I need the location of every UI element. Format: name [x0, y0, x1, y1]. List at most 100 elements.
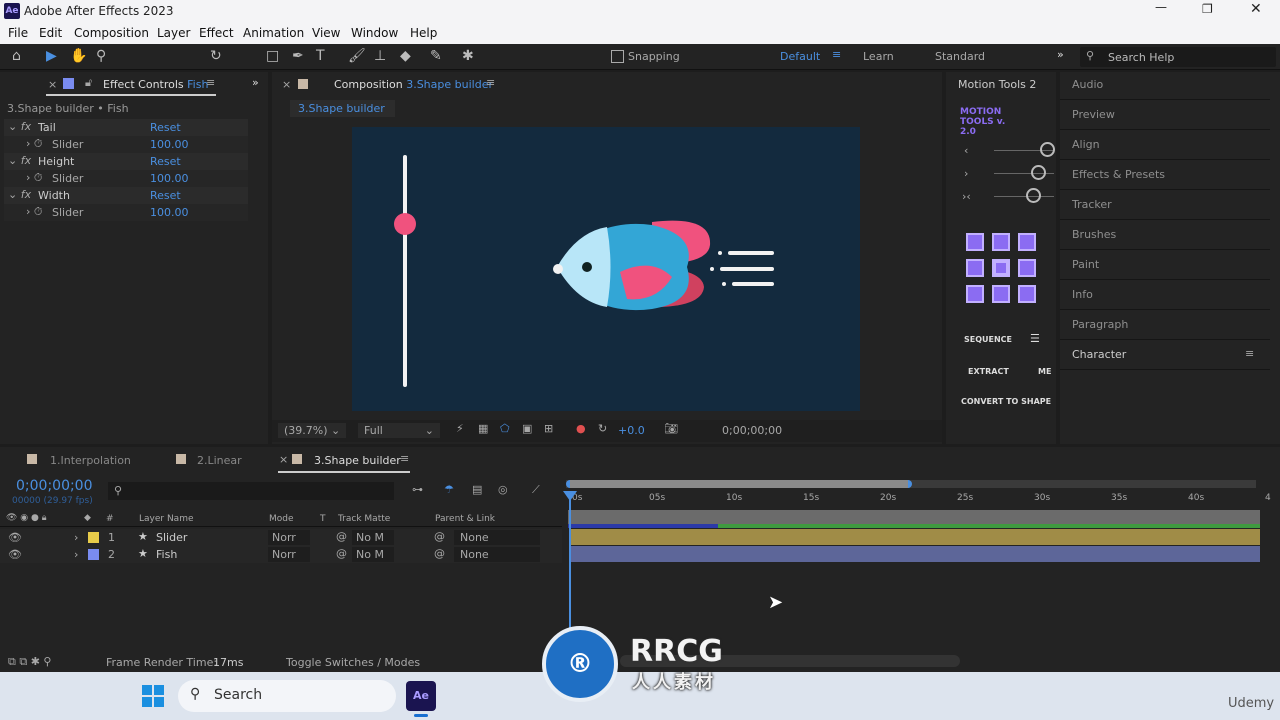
layer-name[interactable]: Slider [156, 531, 187, 544]
comp-flowchart-icon[interactable]: ⊶ [412, 483, 423, 496]
panel-paint[interactable]: Paint [1060, 250, 1270, 280]
panel-character[interactable]: Character [1060, 340, 1270, 370]
menu-view[interactable]: View [312, 26, 340, 40]
pickwhip-icon[interactable]: @ [336, 530, 347, 543]
minimize-button[interactable]: — [1155, 0, 1167, 14]
panel-align[interactable]: Align [1060, 130, 1270, 160]
shy-layers-icon[interactable]: ☂ [444, 483, 454, 496]
track-matte-dropdown[interactable]: No M [352, 530, 394, 545]
lock-icon[interactable]: 🔓︎ [85, 76, 92, 90]
merge-button[interactable]: ME [1038, 367, 1051, 376]
effect-row-height[interactable]: ⌄ fx Height Reset [4, 153, 248, 170]
label-color[interactable] [88, 549, 99, 560]
time-navigator[interactable] [566, 480, 1256, 488]
rotate-tool-icon[interactable]: ↻ [210, 48, 222, 64]
selection-tool-icon[interactable]: ▶ [46, 48, 57, 64]
panel-brushes[interactable]: Brushes [1060, 220, 1270, 250]
parent-dropdown[interactable]: None [454, 547, 540, 562]
menu-effect[interactable]: Effect [199, 26, 234, 40]
layer-name[interactable]: Fish [156, 548, 177, 561]
parent-pickwhip-icon[interactable]: @ [434, 547, 445, 560]
reset-link[interactable]: Reset [150, 189, 181, 202]
menu-help[interactable]: Help [410, 26, 437, 40]
timeline-tab-shape-builder[interactable]: 3.Shape builder [314, 454, 401, 467]
anchor-button[interactable] [992, 285, 1010, 303]
expand-icon[interactable]: › [74, 531, 78, 544]
menu-file[interactable]: File [8, 26, 28, 40]
anchor-button[interactable] [1018, 285, 1036, 303]
anchor-button[interactable] [992, 259, 1010, 277]
panel-audio[interactable]: Audio [1060, 70, 1270, 100]
anchor-button[interactable] [966, 285, 984, 303]
timeline-tab-linear[interactable]: 2.Linear [197, 454, 242, 467]
current-time[interactable]: 0;00;00;00 [16, 478, 93, 494]
effect-row-tail[interactable]: ⌄ fx Tail Reset [4, 119, 248, 136]
convert-to-shape-button[interactable]: CONVERT TO SHAPE [961, 397, 1051, 406]
channels-icon[interactable]: ● [576, 422, 586, 435]
stamp-tool-icon[interactable]: ⊥ [374, 48, 386, 64]
reset-link[interactable]: Reset [150, 121, 181, 134]
workspace-default[interactable]: Default [780, 50, 820, 63]
effect-row-width[interactable]: ⌄ fx Width Reset [4, 187, 248, 204]
windows-start-icon[interactable] [142, 685, 164, 707]
timeline-tab-interpolation[interactable]: 1.Interpolation [50, 454, 131, 467]
roto-tool-icon[interactable]: ✎ [430, 48, 442, 64]
grid-guides-icon[interactable]: ⊞ [544, 422, 553, 435]
sequence-icon[interactable]: ☰ [1030, 332, 1040, 345]
slider-value[interactable]: 100.00 [150, 172, 189, 185]
after-effects-taskbar-icon[interactable]: Ae [406, 681, 436, 711]
playhead-handle[interactable] [563, 491, 577, 501]
menu-layer[interactable]: Layer [157, 26, 190, 40]
magnification-dropdown[interactable]: (39.7%) ⌄ [278, 423, 347, 438]
close-tab-icon[interactable]: × [48, 78, 57, 91]
time-ruler[interactable]: 0s 05s 10s 15s 20s 25s 30s 35s 40s 4 [566, 491, 1271, 509]
slider-value[interactable]: 100.00 [150, 206, 189, 219]
home-icon[interactable]: ⌂ [12, 48, 21, 64]
slider-handle[interactable] [1026, 188, 1041, 203]
snapping-checkbox[interactable] [611, 50, 624, 63]
menu-edit[interactable]: Edit [39, 26, 62, 40]
parent-pickwhip-icon[interactable]: @ [434, 530, 445, 543]
motion-blur-icon[interactable]: ◎ [498, 483, 508, 496]
comp-flowchart-tab[interactable]: 3.Shape builder [290, 100, 395, 117]
search-help-input[interactable]: ⚲ Search Help [1080, 47, 1276, 67]
anchor-button[interactable] [966, 233, 984, 251]
layer-bar-slider[interactable] [570, 529, 1260, 545]
av-switches-icons[interactable]: 👁 ◉ ● 🔒︎ [6, 513, 47, 523]
visibility-icon[interactable]: 👁 [8, 548, 22, 561]
pickwhip-icon[interactable]: @ [336, 547, 347, 560]
motion-tools-tab[interactable]: Motion Tools 2 [958, 78, 1036, 91]
menu-composition[interactable]: Composition [74, 26, 149, 40]
slider-handle[interactable] [1040, 142, 1055, 157]
close-button[interactable]: ✕ [1250, 1, 1262, 17]
close-tab-icon[interactable]: × [282, 78, 291, 91]
workspace-standard[interactable]: Standard [935, 50, 985, 63]
slider-handle[interactable] [1031, 165, 1046, 180]
parent-dropdown[interactable]: None [454, 530, 540, 545]
visibility-icon[interactable]: 👁 [8, 531, 22, 544]
layer-bar-fish[interactable] [570, 546, 1260, 562]
workspace-learn[interactable]: Learn [863, 50, 894, 63]
type-tool-icon[interactable]: T [316, 48, 325, 64]
puppet-tool-icon[interactable]: ✱ [462, 48, 474, 64]
anchor-button[interactable] [992, 233, 1010, 251]
layer-row[interactable]: 👁 › 1 ★ Slider Norr @ No M @ None [0, 529, 562, 546]
eraser-tool-icon[interactable]: ◆ [400, 48, 411, 64]
restore-button[interactable]: ❐ [1202, 2, 1213, 16]
graph-editor-icon[interactable]: ⟋ [532, 483, 540, 497]
composition-tab[interactable]: Composition 3.Shape builder [334, 78, 493, 91]
panel-paragraph[interactable]: Paragraph [1060, 310, 1270, 340]
navigator-range[interactable] [566, 480, 912, 488]
frame-blending-icon[interactable]: ▤ [472, 483, 482, 496]
ease-slider[interactable] [994, 196, 1054, 197]
transparency-grid-icon[interactable]: ▦ [478, 422, 488, 435]
panel-tracker[interactable]: Tracker [1060, 190, 1270, 220]
pen-tool-icon[interactable]: ✒ [292, 48, 304, 64]
zoom-tool-icon[interactable]: ⚲ [96, 48, 106, 64]
exposure-reset-icon[interactable]: ↻ [598, 422, 607, 435]
mode-dropdown[interactable]: Norr [268, 547, 310, 562]
effect-controls-tab[interactable]: Effect Controls Fish [103, 78, 208, 91]
toggle-switches-modes[interactable]: Toggle Switches / Modes [286, 656, 420, 669]
close-tab-icon[interactable]: × [279, 453, 288, 466]
more-workspaces-icon[interactable]: » [1057, 48, 1064, 61]
